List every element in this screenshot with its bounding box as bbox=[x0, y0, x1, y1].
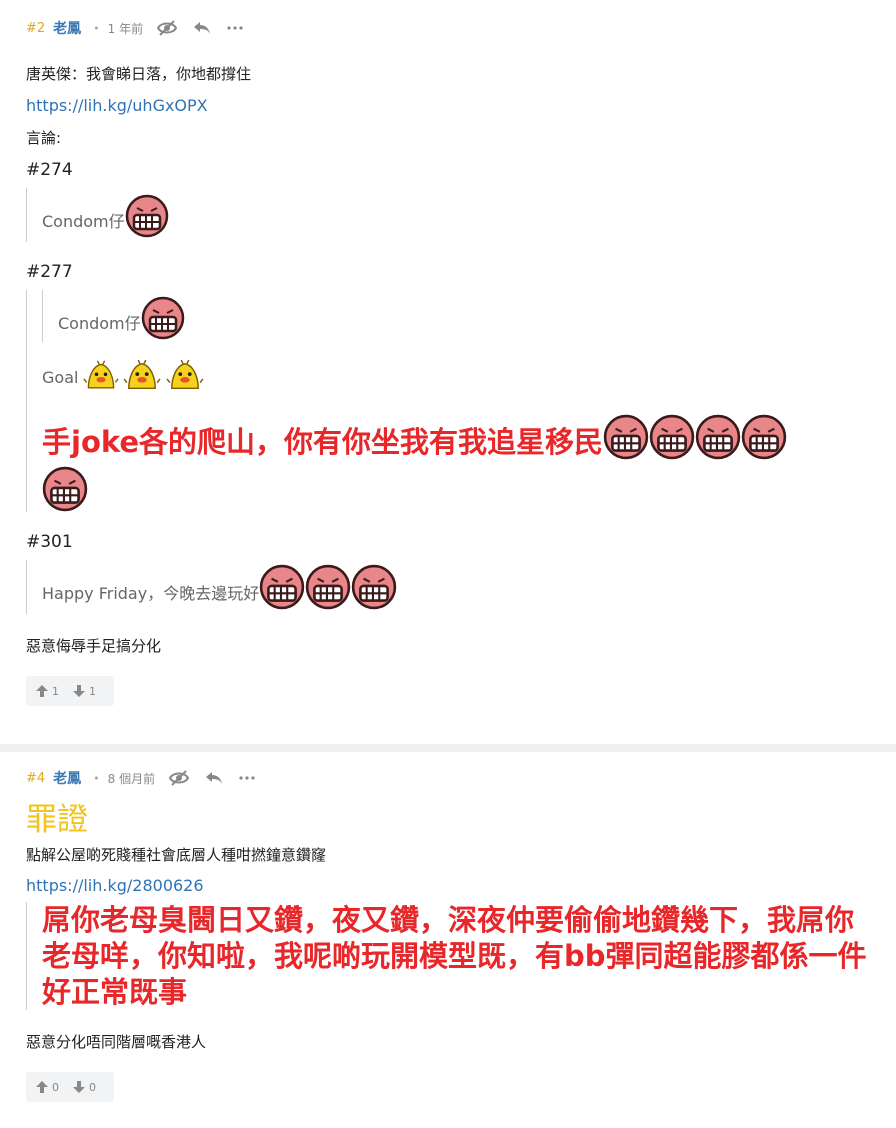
arrow-down-icon bbox=[73, 1081, 85, 1093]
arrow-up-icon bbox=[36, 685, 48, 697]
big-red-text: 手joke各的爬山，你有你坐我有我追星移民 bbox=[42, 425, 604, 459]
duck-emoji bbox=[83, 360, 119, 394]
post-headline: 點解公屋啲死賤種社會底層人種咁撚鐘意鑽窿 bbox=[26, 846, 327, 864]
grin-emoji bbox=[351, 564, 397, 610]
downvote-button[interactable]: 0 bbox=[73, 1081, 96, 1094]
goal-text: Goal bbox=[42, 368, 79, 387]
username[interactable]: 老鳳 bbox=[53, 768, 81, 788]
upvote-button[interactable]: 0 bbox=[36, 1081, 59, 1094]
quote-text: Condom仔 bbox=[42, 212, 125, 231]
vote-bar: 0 0 bbox=[26, 1072, 114, 1102]
upvote-count: 0 bbox=[52, 1080, 59, 1094]
post-4: #4 老鳳 • 8 個月前 罪證 點解公屋啲死賤種社會底層人種咁撚鐘意鑽窿 ht… bbox=[0, 752, 896, 1128]
grin-emoji bbox=[42, 466, 88, 512]
post-headline: 唐英傑：我會睇日落，你地都撐住 bbox=[26, 65, 252, 83]
speech-label: 言論: bbox=[26, 129, 62, 147]
post-body: 唐英傑：我會睇日落，你地都撐住 https://lih.kg/uhGxOPX 言… bbox=[26, 58, 870, 662]
upvote-count: 1 bbox=[52, 684, 59, 698]
username[interactable]: 老鳳 bbox=[53, 18, 81, 38]
downvote-count: 0 bbox=[89, 1080, 96, 1094]
grin-emoji bbox=[305, 564, 351, 610]
duck-emoji bbox=[119, 360, 165, 394]
post-title: 罪證 bbox=[26, 802, 88, 838]
ref-301: #301 bbox=[26, 532, 73, 552]
ref-274: #274 bbox=[26, 160, 73, 180]
grin-emoji bbox=[649, 414, 695, 460]
arrow-down-icon bbox=[73, 685, 85, 697]
more-icon[interactable] bbox=[239, 776, 255, 780]
grin-emoji bbox=[695, 414, 741, 460]
reply-icon[interactable] bbox=[205, 771, 223, 785]
post-2: #2 老鳳 • 1 年前 唐英傑：我會睇日落，你地都撐住 https://lih… bbox=[0, 0, 896, 744]
post-time: 1 年前 bbox=[107, 21, 144, 36]
grin-emoji bbox=[125, 194, 169, 238]
post-comment: 惡意分化唔同階層嘅香港人 bbox=[26, 1033, 207, 1051]
post-meta: #4 老鳳 • 8 個月前 bbox=[26, 752, 870, 792]
separator-dot: • bbox=[93, 771, 100, 785]
quote-big: 屌你老母臭閪日又鑽，夜又鑽，深夜仲要偷偷地鑽幾下，我屌你老母咩，你知啦，我呢啲玩… bbox=[26, 902, 870, 1010]
duck-emoji bbox=[165, 360, 205, 394]
post-time: 8 個月前 bbox=[107, 771, 156, 786]
grin-emoji bbox=[141, 296, 185, 340]
grin-emoji bbox=[741, 414, 787, 460]
quote-274: Condom仔 bbox=[26, 188, 870, 242]
post-number[interactable]: #2 bbox=[26, 21, 45, 36]
downvote-count: 1 bbox=[89, 684, 96, 698]
vote-bar: 1 1 bbox=[26, 676, 114, 706]
post-number[interactable]: #4 bbox=[26, 771, 45, 786]
ref-277: #277 bbox=[26, 262, 73, 282]
eye-off-icon[interactable] bbox=[157, 20, 178, 36]
post-meta: #2 老鳳 • 1 年前 bbox=[26, 0, 870, 42]
reply-icon[interactable] bbox=[193, 21, 211, 35]
goal-line: Goal bbox=[42, 350, 870, 396]
post-divider bbox=[0, 744, 896, 752]
eye-off-icon[interactable] bbox=[169, 770, 190, 786]
quote-277-inner: Condom仔 bbox=[42, 290, 870, 342]
downvote-button[interactable]: 1 bbox=[73, 685, 96, 698]
quote-277: Condom仔 Goal 手joke各的爬山，你有你坐我有我追星移民 bbox=[26, 290, 870, 512]
arrow-up-icon bbox=[36, 1081, 48, 1093]
post-link[interactable]: https://lih.kg/2800626 bbox=[26, 876, 204, 895]
quote-301: Happy Friday，今晚去邊玩好 bbox=[26, 560, 870, 614]
grin-emoji bbox=[603, 414, 649, 460]
grin-emoji bbox=[259, 564, 305, 610]
post-body: 罪證 點解公屋啲死賤種社會底層人種咁撚鐘意鑽窿 https://lih.kg/2… bbox=[26, 800, 870, 1058]
upvote-button[interactable]: 1 bbox=[36, 685, 59, 698]
quote-text: Condom仔 bbox=[58, 314, 141, 333]
more-icon[interactable] bbox=[227, 26, 243, 30]
separator-dot: • bbox=[93, 21, 100, 35]
quote-big-text: 手joke各的爬山，你有你坐我有我追星移民 bbox=[42, 414, 862, 512]
quote-text: Happy Friday，今晚去邊玩好 bbox=[42, 584, 260, 603]
big-red-text: 屌你老母臭閪日又鑽，夜又鑽，深夜仲要偷偷地鑽幾下，我屌你老母咩，你知啦，我呢啲玩… bbox=[42, 903, 867, 1009]
post-comment: 惡意侮辱手足搞分化 bbox=[26, 637, 162, 655]
post-link[interactable]: https://lih.kg/uhGxOPX bbox=[26, 96, 208, 115]
